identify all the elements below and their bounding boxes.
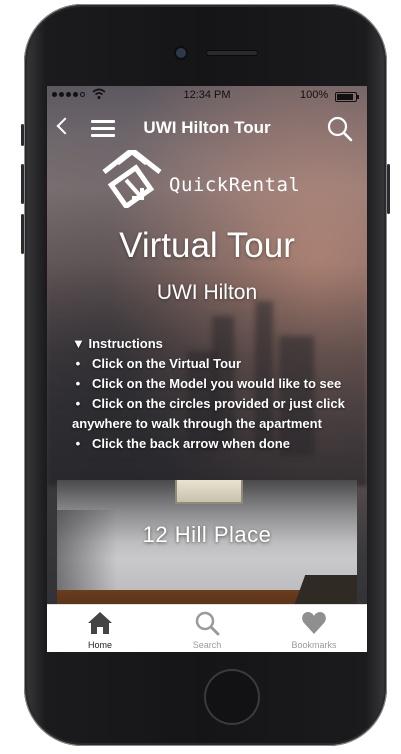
tab-label: Search [192,640,222,650]
navigation-bar: UWI Hilton Tour [47,106,367,148]
volume-up-button [21,164,24,204]
logo-text: QuickRental [169,174,301,196]
mute-switch [21,124,24,146]
property-name: 12 Hill Place [142,522,272,547]
battery-icon [335,92,359,102]
tab-label: Home [87,640,112,650]
app-screen: 12:34 PM 100% UWI Hilton Tour QuickRenta… [47,86,367,652]
instruction-item-continued: anywhere to walk through the apartment [72,416,322,431]
search-icon [195,611,220,636]
home-hardware-button[interactable] [206,671,258,723]
heart-icon [302,612,326,634]
page-title: Virtual Tour [119,226,295,265]
instruction-text: Click on the Virtual Tour [92,356,242,371]
search-icon[interactable] [327,116,353,142]
battery-percent: 100% [300,89,329,101]
instructions-panel: ▼ Instructions • Click on the Virtual Tou… [72,334,362,454]
property-photo-light [175,480,243,504]
instruction-item: • Click on the Virtual Tour [72,356,242,371]
instruction-item: • Click the back arrow when done [72,436,290,451]
tab-search[interactable]: Search [154,605,260,652]
nav-title: UWI Hilton Tour [143,118,271,137]
instruction-item: • Click on the Model you would like to se… [72,376,342,391]
front-camera [176,48,186,58]
tab-bookmarks[interactable]: Bookmarks [261,605,367,652]
house-logo-icon [102,146,162,210]
instruction-text: Click the back arrow when done [92,436,290,451]
tab-bar: Home Search Bookmarks [47,604,367,652]
instruction-text: Click on the circles provided or just cl… [92,396,345,411]
tab-label: Bookmarks [291,640,337,650]
volume-down-button [21,214,24,254]
page-subtitle: UWI Hilton [156,281,258,304]
instructions-toggle[interactable]: ▼ Instructions [72,334,362,354]
instruction-item: • Click on the circles provided or just c… [72,396,345,411]
power-button [387,164,390,214]
tab-home[interactable]: Home [47,605,153,652]
property-card[interactable]: 12 Hill Place [57,480,357,610]
status-bar: 12:34 PM 100% [47,86,367,106]
home-icon [88,612,112,634]
earpiece-speaker [207,51,257,55]
instruction-text: Click on the Model you would like to see [92,376,342,391]
